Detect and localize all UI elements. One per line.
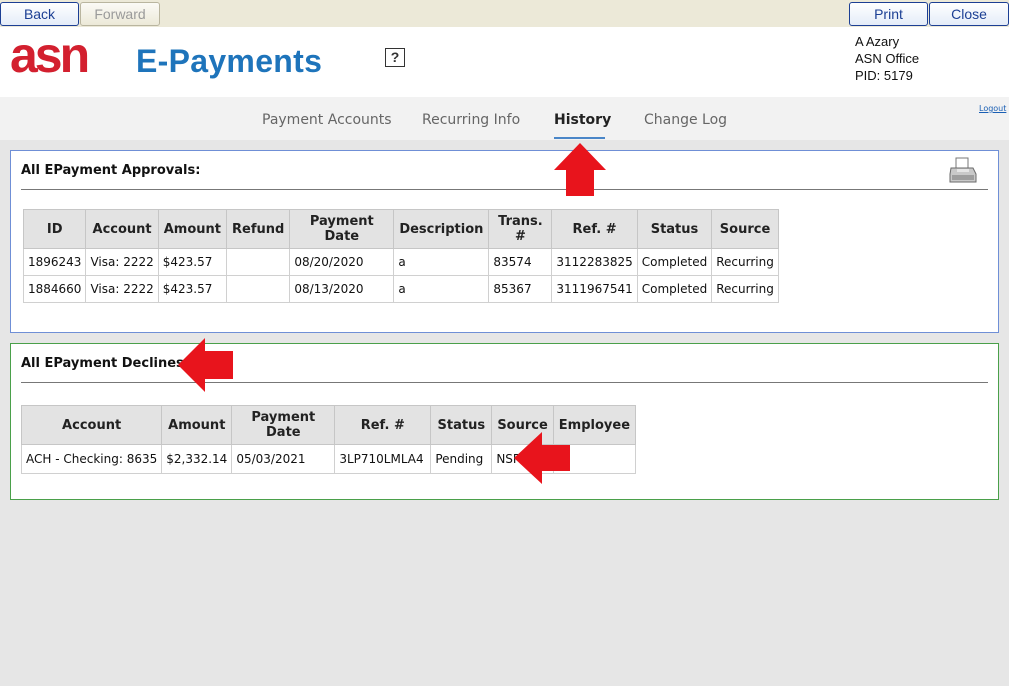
logout-link[interactable]: Logout <box>979 104 1006 113</box>
col-description[interactable]: Description <box>393 209 490 249</box>
cell-id: 1884660 <box>22 275 87 303</box>
tab-recurring-info[interactable]: Recurring Info <box>422 112 520 128</box>
printer-icon[interactable] <box>948 156 978 186</box>
user-name: A Azary <box>855 34 900 49</box>
table-row: 1896243 Visa: 2222 $423.57 08/20/2020 a … <box>22 248 779 276</box>
user-office: ASN Office <box>855 51 920 66</box>
print-button[interactable]: Print <box>849 2 928 26</box>
cell-trans: 85367 <box>488 275 553 303</box>
approvals-panel: All EPayment Approvals: ID Account Amoun… <box>10 150 999 333</box>
asn-logo-text: asn <box>10 38 88 76</box>
cell-ref: 3112283825 <box>551 248 638 276</box>
col-status[interactable]: Status <box>636 209 713 249</box>
cell-status: Completed <box>636 275 713 303</box>
cell-payment-date: 08/20/2020 <box>289 248 395 276</box>
back-button[interactable]: Back <box>0 2 79 26</box>
cell-ref: 3LP710LMLA4 <box>334 444 432 474</box>
cell-refund <box>225 248 291 276</box>
cell-amount: $423.57 <box>157 275 228 303</box>
cell-account: Visa: 2222 <box>85 248 159 276</box>
cell-status: Completed <box>636 248 713 276</box>
cell-account: ACH - Checking: 8635 <box>20 444 163 474</box>
cell-amount: $423.57 <box>157 248 228 276</box>
table-row: 1884660 Visa: 2222 $423.57 08/13/2020 a … <box>22 275 779 303</box>
col-ref[interactable]: Ref. # <box>551 209 638 249</box>
cell-description: a <box>393 275 490 303</box>
col-refund[interactable]: Refund <box>225 209 291 249</box>
page-header: asn E-Payments ? A Azary ASN Office PID:… <box>0 27 1009 97</box>
approvals-header-row: ID Account Amount Refund Payment Date De… <box>22 209 779 249</box>
nav-tabs: Payment Accounts Recurring Info History … <box>0 97 1009 140</box>
tab-history[interactable]: History <box>554 112 611 128</box>
declines-panel: All EPayment Declines: Account Amount Pa… <box>10 343 999 500</box>
tab-payment-accounts[interactable]: Payment Accounts <box>262 112 392 128</box>
close-button[interactable]: Close <box>929 2 1009 26</box>
red-arrow-icon <box>178 338 233 392</box>
red-arrow-icon <box>554 143 606 196</box>
declines-divider <box>21 382 988 383</box>
col-amount[interactable]: Amount <box>157 209 228 249</box>
red-arrow-icon <box>514 432 570 484</box>
col-amount[interactable]: Amount <box>161 405 233 445</box>
top-toolbar: Back Forward Print Close <box>0 0 1009 27</box>
col-payment-date[interactable]: Payment Date <box>231 405 336 445</box>
asn-logo: asn <box>10 38 91 76</box>
app-title: E-Payments <box>136 43 323 79</box>
user-pid: PID: 5179 <box>855 68 913 83</box>
cell-source: Recurring <box>711 275 779 303</box>
user-info: A Azary ASN Office PID: 5179 <box>855 33 919 84</box>
cell-id: 1896243 <box>22 248 87 276</box>
cell-description: a <box>393 248 490 276</box>
col-source[interactable]: Source <box>711 209 779 249</box>
cell-payment-date: 08/13/2020 <box>289 275 395 303</box>
col-trans[interactable]: Trans. # <box>488 209 553 249</box>
cell-status: Pending <box>430 444 493 474</box>
col-account[interactable]: Account <box>20 405 163 445</box>
declines-title: All EPayment Declines: <box>21 356 189 371</box>
cell-refund <box>225 275 291 303</box>
approvals-table: ID Account Amount Refund Payment Date De… <box>22 209 779 303</box>
cell-payment-date: 05/03/2021 <box>231 444 336 474</box>
col-account[interactable]: Account <box>85 209 159 249</box>
cell-account: Visa: 2222 <box>85 275 159 303</box>
approvals-divider <box>21 189 988 190</box>
cell-source: Recurring <box>711 248 779 276</box>
forward-button[interactable]: Forward <box>80 2 160 26</box>
col-ref[interactable]: Ref. # <box>334 405 432 445</box>
cell-ref: 3111967541 <box>551 275 638 303</box>
col-id[interactable]: ID <box>22 209 87 249</box>
approvals-title: All EPayment Approvals: <box>21 163 201 178</box>
help-icon[interactable]: ? <box>385 48 405 67</box>
tab-change-log[interactable]: Change Log <box>644 112 727 128</box>
col-status[interactable]: Status <box>430 405 493 445</box>
col-payment-date[interactable]: Payment Date <box>289 209 395 249</box>
active-tab-indicator <box>554 137 605 139</box>
cell-amount: $2,332.14 <box>161 444 233 474</box>
cell-trans: 83574 <box>488 248 553 276</box>
